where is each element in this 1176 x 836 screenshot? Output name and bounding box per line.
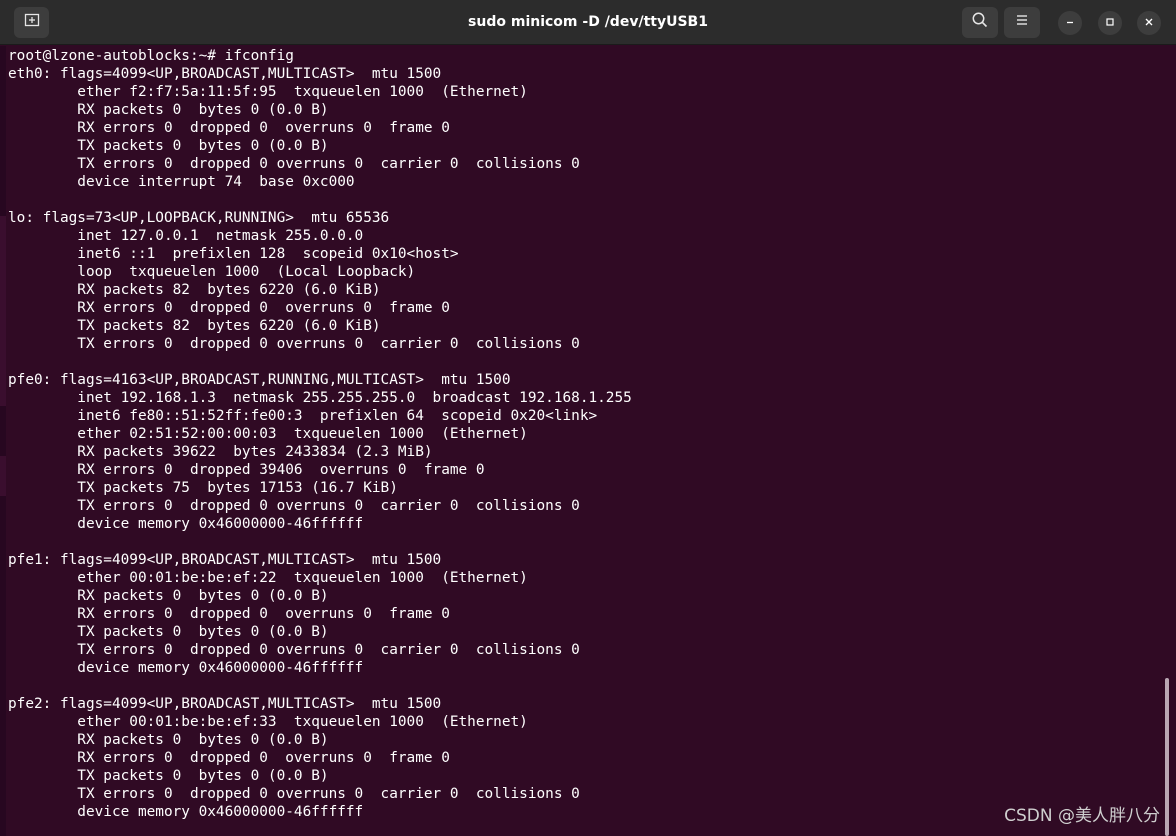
terminal-line: ether f2:f7:5a:11:5f:95 txqueuelen 1000 … xyxy=(8,84,528,100)
terminal-line: device memory 0x46000000-46ffffff xyxy=(8,660,364,676)
menu-button[interactable] xyxy=(1004,7,1040,38)
terminal-line: ether 02:51:52:00:00:03 txqueuelen 1000 … xyxy=(8,426,528,442)
terminal-line: RX errors 0 dropped 0 overruns 0 frame 0 xyxy=(8,120,450,136)
terminal-line: RX packets 0 bytes 0 (0.0 B) xyxy=(8,588,329,604)
terminal-line: pfe2: flags=4099<UP,BROADCAST,MULTICAST>… xyxy=(8,696,442,712)
close-button[interactable] xyxy=(1137,11,1161,35)
terminal-line: RX packets 0 bytes 0 (0.0 B) xyxy=(8,732,329,748)
close-icon xyxy=(1144,14,1154,32)
terminal-line: eth0: flags=4099<UP,BROADCAST,MULTICAST>… xyxy=(8,66,442,82)
scrollbar-thumb[interactable] xyxy=(1165,678,1169,836)
terminal-line: device memory 0x46000000-46ffffff xyxy=(8,804,364,820)
terminal-line: root@lzone-autoblocks:~# ifconfig xyxy=(8,48,294,64)
terminal-line: ether 00:01:be:be:ef:22 txqueuelen 1000 … xyxy=(8,570,528,586)
terminal-line: inet6 ::1 prefixlen 128 scopeid 0x10<hos… xyxy=(8,246,459,262)
window-title: sudo minicom -D /dev/ttyUSB1 xyxy=(468,14,708,30)
terminal-line: RX errors 0 dropped 0 overruns 0 frame 0 xyxy=(8,606,450,622)
search-icon xyxy=(971,11,989,34)
terminal-line: TX packets 75 bytes 17153 (16.7 KiB) xyxy=(8,480,398,496)
terminal-line: TX errors 0 dropped 0 overruns 0 carrier… xyxy=(8,642,580,658)
background-window-edge xyxy=(0,46,6,836)
terminal-window: sudo minicom -D /dev/ttyUSB1 root@lzone-… xyxy=(0,0,1176,836)
title-bar[interactable]: sudo minicom -D /dev/ttyUSB1 xyxy=(0,0,1176,45)
terminal-line: device interrupt 74 base 0xc000 xyxy=(8,174,355,190)
terminal-line: TX packets 0 bytes 0 (0.0 B) xyxy=(8,138,329,154)
terminal-line: inet 192.168.1.3 netmask 255.255.255.0 b… xyxy=(8,390,632,406)
terminal-line: RX errors 0 dropped 0 overruns 0 frame 0 xyxy=(8,300,450,316)
maximize-button[interactable] xyxy=(1098,11,1122,35)
minimize-icon xyxy=(1065,14,1075,32)
terminal-line: TX packets 82 bytes 6220 (6.0 KiB) xyxy=(8,318,381,334)
terminal-line: loop txqueuelen 1000 (Local Loopback) xyxy=(8,264,416,280)
terminal-text: root@lzone-autoblocks:~# ifconfig eth0: … xyxy=(8,47,1158,821)
new-tab-button[interactable] xyxy=(14,7,49,38)
terminal-line: TX packets 0 bytes 0 (0.0 B) xyxy=(8,624,329,640)
terminal-line: RX packets 0 bytes 0 (0.0 B) xyxy=(8,102,329,118)
terminal-line: inet 127.0.0.1 netmask 255.0.0.0 xyxy=(8,228,364,244)
search-button[interactable] xyxy=(962,7,998,38)
maximize-icon xyxy=(1105,14,1115,32)
terminal-line: TX packets 0 bytes 0 (0.0 B) xyxy=(8,768,329,784)
terminal-line: TX errors 0 dropped 0 overruns 0 carrier… xyxy=(8,786,580,802)
terminal-line: pfe1: flags=4099<UP,BROADCAST,MULTICAST>… xyxy=(8,552,442,568)
terminal-line: TX errors 0 dropped 0 overruns 0 carrier… xyxy=(8,156,580,172)
terminal-line: RX errors 0 dropped 39406 overruns 0 fra… xyxy=(8,462,485,478)
terminal-line: RX packets 39622 bytes 2433834 (2.3 MiB) xyxy=(8,444,433,460)
new-tab-icon xyxy=(24,12,40,33)
terminal-line: TX errors 0 dropped 0 overruns 0 carrier… xyxy=(8,498,580,514)
terminal-line: RX packets 82 bytes 6220 (6.0 KiB) xyxy=(8,282,381,298)
terminal-line: TX errors 0 dropped 0 overruns 0 carrier… xyxy=(8,336,580,352)
terminal-line: device memory 0x46000000-46ffffff xyxy=(8,516,364,532)
terminal-line: RX errors 0 dropped 0 overruns 0 frame 0 xyxy=(8,750,450,766)
terminal-line: inet6 fe80::51:52ff:fe00:3 prefixlen 64 … xyxy=(8,408,598,424)
terminal-line: pfe0: flags=4163<UP,BROADCAST,RUNNING,MU… xyxy=(8,372,511,388)
minimize-button[interactable] xyxy=(1058,11,1082,35)
terminal-line: ether 00:01:be:be:ef:33 txqueuelen 1000 … xyxy=(8,714,528,730)
terminal-output[interactable]: root@lzone-autoblocks:~# ifconfig eth0: … xyxy=(8,47,1158,836)
hamburger-menu-icon xyxy=(1014,12,1030,33)
terminal-line: lo: flags=73<UP,LOOPBACK,RUNNING> mtu 65… xyxy=(8,210,390,226)
watermark: CSDN @美人胖八分 xyxy=(1004,806,1160,826)
